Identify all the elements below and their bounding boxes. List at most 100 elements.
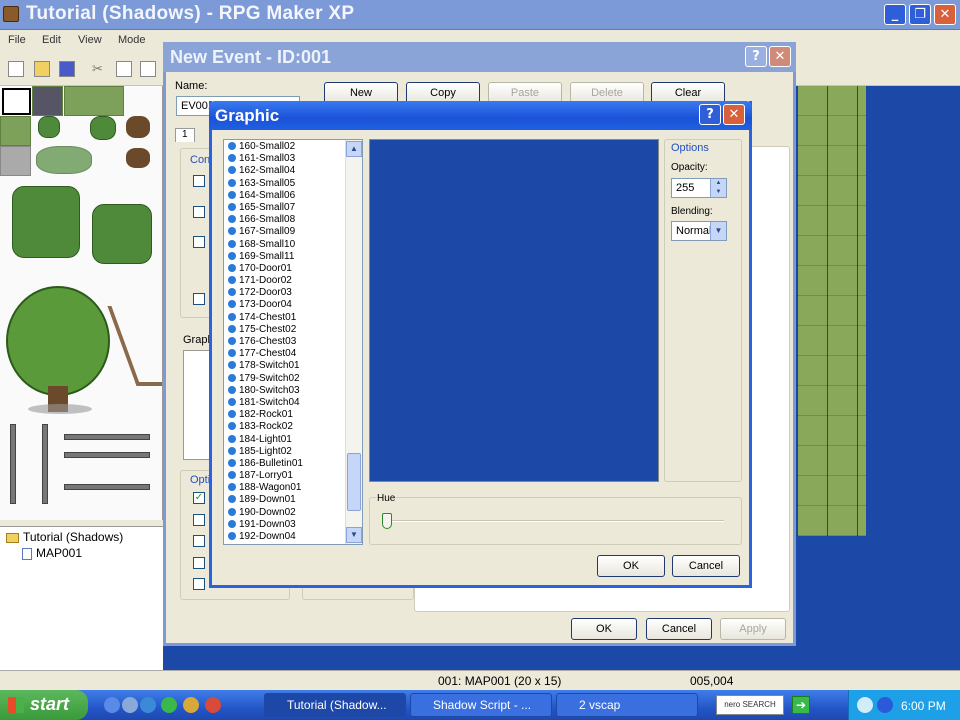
- hue-slider-track[interactable]: [384, 520, 724, 522]
- condition-checkbox[interactable]: [193, 236, 205, 248]
- hue-slider-thumb[interactable]: [382, 513, 392, 529]
- graphic-list-item[interactable]: 168-Small10: [224, 239, 346, 251]
- graphic-list-item[interactable]: 178-Switch01: [224, 360, 346, 372]
- graphic-list-item[interactable]: 190-Down02: [224, 507, 346, 519]
- graphic-list-item[interactable]: 165-Small07: [224, 202, 346, 214]
- cut-icon[interactable]: ✂: [92, 61, 108, 77]
- graphic-list-item[interactable]: 182-Rock01: [224, 409, 346, 421]
- opacity-input[interactable]: 255 ▲ ▼: [671, 178, 727, 198]
- tree-tile: [6, 286, 110, 396]
- start-button[interactable]: start: [0, 690, 88, 720]
- tileset-panel[interactable]: [0, 86, 163, 520]
- taskbar-item-shadow-script[interactable]: Shadow Script - ...: [410, 693, 552, 717]
- event-cancel-button[interactable]: Cancel: [646, 618, 712, 640]
- tray-icon[interactable]: [857, 697, 873, 713]
- graphic-title: Graphic: [215, 106, 280, 125]
- help-button[interactable]: ?: [745, 46, 767, 67]
- graphic-list-item[interactable]: 181-Switch04: [224, 397, 346, 409]
- help-button[interactable]: ?: [699, 104, 721, 125]
- graphic-list-item[interactable]: 163-Small05: [224, 178, 346, 190]
- option-checkbox[interactable]: [193, 514, 205, 526]
- graphic-preview[interactable]: [369, 139, 659, 482]
- graphic-list-item[interactable]: 175-Chest02: [224, 324, 346, 336]
- graphic-list-item[interactable]: 166-Small08: [224, 214, 346, 226]
- event-ok-button[interactable]: OK: [571, 618, 637, 640]
- scroll-down-arrow-icon[interactable]: ▼: [346, 527, 362, 543]
- name-label: Name:: [175, 80, 208, 92]
- list-scrollbar[interactable]: ▲ ▼: [345, 140, 362, 544]
- event-apply-button[interactable]: Apply: [720, 618, 786, 640]
- graphic-list-item[interactable]: 188-Wagon01: [224, 482, 346, 494]
- close-button[interactable]: ✕: [934, 4, 956, 25]
- ie-icon[interactable]: [140, 697, 156, 713]
- menu-mode[interactable]: Mode: [118, 34, 146, 46]
- minimize-button[interactable]: _: [884, 4, 906, 25]
- quicklaunch-icon[interactable]: [183, 697, 199, 713]
- graphic-list-item[interactable]: 170-Door01: [224, 263, 346, 275]
- menu-edit[interactable]: Edit: [42, 34, 61, 46]
- fence-post-tile: [42, 424, 48, 504]
- dialog-close-button[interactable]: ✕: [769, 46, 791, 67]
- blending-select[interactable]: Normal ▼: [671, 221, 727, 241]
- map-tree-root[interactable]: Tutorial (Shadows): [6, 530, 123, 544]
- tab-page-1[interactable]: 1: [175, 128, 195, 142]
- condition-checkbox[interactable]: [193, 293, 205, 305]
- options-label: Options: [671, 142, 709, 154]
- graphic-list-item[interactable]: 172-Door03: [224, 287, 346, 299]
- copy-icon[interactable]: [116, 61, 132, 77]
- graphic-list-item[interactable]: 161-Small03: [224, 153, 346, 165]
- graphic-list-item[interactable]: 185-Light02: [224, 446, 346, 458]
- graphic-list-item[interactable]: 189-Down01: [224, 494, 346, 506]
- taskbar-item-rpgmaker[interactable]: Tutorial (Shadow...: [264, 693, 406, 717]
- move-animation-checkbox[interactable]: ✓: [193, 492, 205, 504]
- option-checkbox[interactable]: [193, 535, 205, 547]
- graphic-list-item[interactable]: 173-Door04: [224, 299, 346, 311]
- condition-checkbox[interactable]: [193, 175, 205, 187]
- graphic-list-item[interactable]: 171-Door02: [224, 275, 346, 287]
- condition-checkbox[interactable]: [193, 206, 205, 218]
- graphic-list-item[interactable]: 191-Down03: [224, 519, 346, 531]
- option-checkbox[interactable]: [193, 557, 205, 569]
- quicklaunch-icon[interactable]: [205, 697, 221, 713]
- scroll-up-arrow-icon[interactable]: ▲: [346, 141, 362, 157]
- quicklaunch-icon[interactable]: [161, 697, 177, 713]
- nero-search-box[interactable]: nero SEARCH: [716, 695, 784, 715]
- graphic-list-item[interactable]: 180-Switch03: [224, 385, 346, 397]
- map-tree-item[interactable]: MAP001: [22, 546, 82, 560]
- graphic-list-item[interactable]: 160-Small02: [224, 141, 346, 153]
- dialog-close-button[interactable]: ✕: [723, 104, 745, 125]
- graphic-ok-button[interactable]: OK: [597, 555, 665, 577]
- map-tree[interactable]: Tutorial (Shadows) MAP001: [0, 526, 163, 688]
- graphic-list-item[interactable]: 177-Chest04: [224, 348, 346, 360]
- new-file-icon[interactable]: [8, 61, 24, 77]
- scroll-thumb[interactable]: [347, 453, 361, 511]
- graphic-list-item[interactable]: 187-Lorry01: [224, 470, 346, 482]
- menu-file[interactable]: File: [8, 34, 26, 46]
- graphic-list-item[interactable]: 174-Chest01: [224, 312, 346, 324]
- graphic-list-item[interactable]: 169-Small11: [224, 251, 346, 263]
- fence-rail-tile: [64, 484, 150, 490]
- maximize-button[interactable]: ❐: [909, 4, 931, 25]
- option-checkbox[interactable]: [193, 578, 205, 590]
- graphic-list-item[interactable]: 184-Light01: [224, 434, 346, 446]
- graphic-list-item[interactable]: 167-Small09: [224, 226, 346, 238]
- save-icon[interactable]: [59, 61, 75, 77]
- graphic-file-list[interactable]: 160-Small02 161-Small03 162-Small04 163-Sma…: [223, 139, 363, 545]
- graphic-list-item[interactable]: 164-Small06: [224, 190, 346, 202]
- quicklaunch-icon[interactable]: [122, 697, 138, 713]
- graphic-list-item[interactable]: 162-Small04: [224, 165, 346, 177]
- taskbar-item-vscap[interactable]: 2 vscap: [556, 693, 698, 717]
- quicklaunch-icon[interactable]: [104, 697, 120, 713]
- tray-icon[interactable]: [877, 697, 893, 713]
- graphic-list-item[interactable]: 176-Chest03: [224, 336, 346, 348]
- graphic-list-item[interactable]: 192-Down04: [224, 531, 346, 543]
- spin-arrows-icon[interactable]: ▲ ▼: [710, 179, 726, 197]
- menu-view[interactable]: View: [78, 34, 102, 46]
- open-folder-icon[interactable]: [34, 61, 50, 77]
- graphic-list-item[interactable]: 186-Bulletin01: [224, 458, 346, 470]
- graphic-list-item[interactable]: 183-Rock02: [224, 421, 346, 433]
- go-arrow-icon[interactable]: ➔: [792, 696, 810, 714]
- paste-icon[interactable]: [140, 61, 156, 77]
- graphic-list-item[interactable]: 179-Switch02: [224, 373, 346, 385]
- graphic-cancel-button[interactable]: Cancel: [672, 555, 740, 577]
